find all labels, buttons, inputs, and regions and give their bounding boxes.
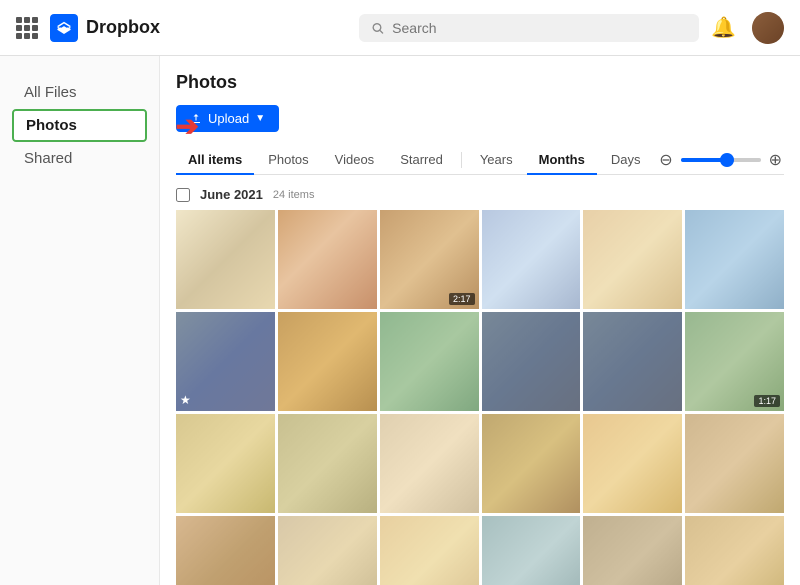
logo-text: Dropbox	[86, 17, 160, 38]
video-duration-badge: 2:17	[449, 293, 475, 305]
red-arrow-indicator: ➔	[176, 109, 199, 142]
sidebar: All Files Photos ➔ Shared	[0, 56, 160, 585]
tab-starred[interactable]: Starred	[388, 146, 455, 175]
photo-item[interactable]	[482, 516, 581, 585]
tab-separator	[461, 152, 462, 168]
section-checkbox[interactable]	[176, 188, 190, 202]
search-bar[interactable]	[359, 14, 699, 42]
tab-days[interactable]: Days	[599, 146, 653, 175]
photo-item[interactable]	[380, 516, 479, 585]
section-count: 24 items	[273, 189, 315, 201]
star-badge: ★	[180, 393, 191, 407]
main-content: Photos Upload ▼ All items Photos Videos …	[160, 56, 800, 585]
photo-grid-row-4	[176, 516, 784, 585]
tab-months[interactable]: Months	[527, 146, 597, 175]
logo-icon	[50, 14, 78, 42]
tab-videos[interactable]: Videos	[323, 146, 387, 175]
search-icon	[371, 21, 384, 35]
photo-item[interactable]: 2:17	[380, 210, 479, 309]
photo-item[interactable]	[583, 312, 682, 411]
video-duration-badge: 1:17	[754, 395, 780, 407]
photo-item[interactable]	[380, 312, 479, 411]
navbar: Dropbox 🔔	[0, 0, 800, 56]
photo-grid-row-2: ★ 1:17	[176, 312, 784, 411]
photo-item[interactable]	[482, 312, 581, 411]
photo-item[interactable]	[583, 210, 682, 309]
zoom-in-button[interactable]: ⊕	[767, 148, 784, 172]
section-header: June 2021 24 items	[176, 187, 784, 202]
tab-photos[interactable]: Photos	[256, 146, 320, 175]
search-input[interactable]	[392, 20, 687, 36]
nav-icons: 🔔	[711, 12, 784, 44]
photo-item[interactable]	[278, 210, 377, 309]
sidebar-item-photos[interactable]: Photos	[12, 109, 147, 142]
photo-item[interactable]: ★	[176, 312, 275, 411]
photo-item[interactable]	[176, 516, 275, 585]
filter-tabs: All items Photos Videos Starred Years Mo…	[176, 146, 784, 175]
zoom-out-button[interactable]: ⊖	[657, 148, 674, 172]
photo-grid-row-1: 2:17	[176, 210, 784, 309]
photo-item[interactable]	[583, 516, 682, 585]
photo-item[interactable]	[176, 210, 275, 309]
photo-item[interactable]	[278, 312, 377, 411]
photo-item[interactable]	[685, 414, 784, 513]
photo-item[interactable]	[278, 414, 377, 513]
bell-icon[interactable]: 🔔	[711, 15, 736, 40]
upload-chevron-icon: ▼	[255, 113, 265, 124]
section-date: June 2021	[200, 187, 263, 202]
page-title: Photos	[176, 72, 784, 93]
photo-item[interactable]	[176, 414, 275, 513]
logo-area: Dropbox	[50, 14, 160, 42]
photo-item[interactable]	[278, 516, 377, 585]
photo-item[interactable]: 1:17	[685, 312, 784, 411]
photo-grid-row-3	[176, 414, 784, 513]
tab-years[interactable]: Years	[468, 146, 525, 175]
photo-item[interactable]	[685, 516, 784, 585]
sidebar-item-shared[interactable]: Shared	[0, 142, 159, 175]
layout: All Files Photos ➔ Shared Photos Upload …	[0, 56, 800, 585]
photo-item[interactable]	[482, 414, 581, 513]
tab-all-items[interactable]: All items	[176, 146, 254, 175]
grid-menu-icon[interactable]	[16, 17, 38, 39]
sidebar-item-all-files[interactable]: All Files	[0, 76, 159, 109]
photo-item[interactable]	[380, 414, 479, 513]
photo-item[interactable]	[583, 414, 682, 513]
zoom-slider[interactable]	[681, 158, 761, 162]
photo-item[interactable]	[685, 210, 784, 309]
zoom-controls: ⊖ ⊕	[657, 148, 784, 172]
photo-item[interactable]	[482, 210, 581, 309]
avatar[interactable]	[752, 12, 784, 44]
